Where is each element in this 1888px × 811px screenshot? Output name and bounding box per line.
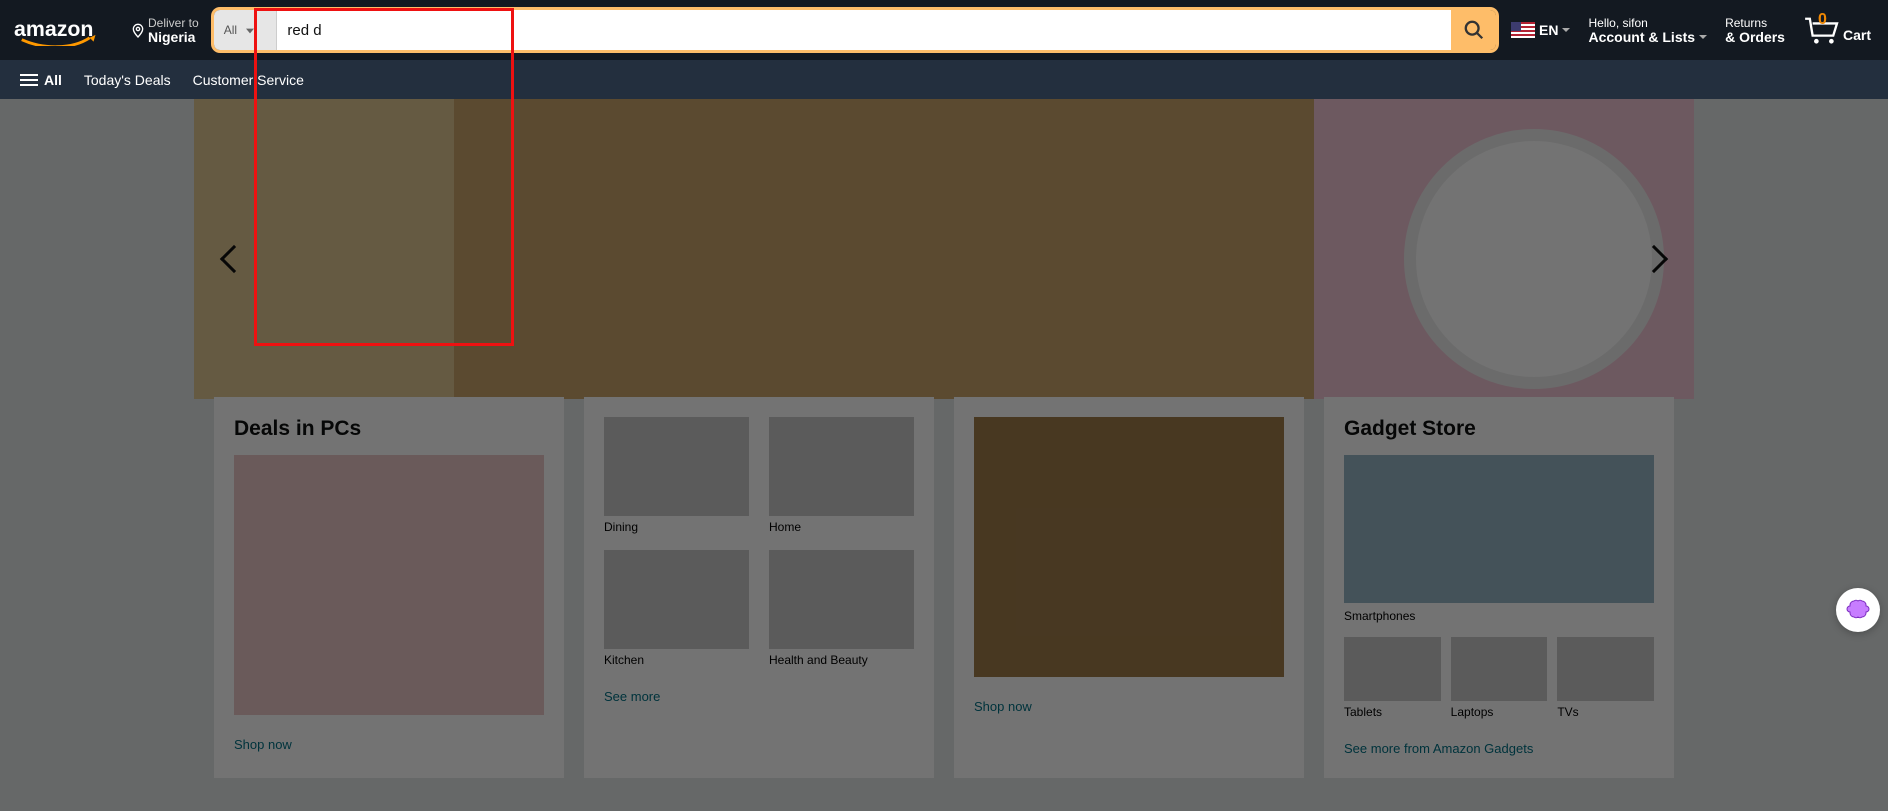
subnav-item-customer-service[interactable]: Customer Service — [183, 64, 314, 96]
search-submit-button[interactable] — [1451, 10, 1496, 50]
returns-line1: Returns — [1725, 16, 1785, 30]
svg-text:amazon: amazon — [14, 17, 93, 41]
returns-line2: & Orders — [1725, 30, 1785, 44]
all-label: All — [44, 72, 62, 88]
greeting-text: Hello, sifon — [1588, 16, 1707, 30]
account-menu[interactable]: Hello, sifon Account & Lists — [1579, 8, 1716, 52]
search-category-label: All — [224, 23, 237, 37]
returns-orders[interactable]: Returns & Orders — [1716, 8, 1794, 52]
nav-main: All Today's Deals Customer Service — [0, 60, 1888, 99]
hamburger-all[interactable]: All — [10, 63, 72, 97]
chevron-down-icon — [1562, 28, 1570, 32]
account-lists-label: Account & Lists — [1588, 30, 1695, 44]
deliver-line1: Deliver to — [148, 16, 199, 30]
deliver-line2: Nigeria — [148, 30, 199, 44]
search-category-dropdown[interactable]: All — [214, 10, 278, 50]
amazon-logo[interactable]: amazon — [8, 10, 121, 50]
search-bar: All red dot sightred dressred dotred dre… — [214, 10, 1496, 50]
language-code: EN — [1539, 23, 1558, 37]
brain-icon — [1846, 598, 1870, 622]
subnav-item-todays-deals[interactable]: Today's Deals — [74, 64, 181, 96]
chevron-down-icon — [1699, 35, 1707, 39]
search-icon — [1463, 19, 1485, 41]
cart-count: 0 — [1818, 11, 1827, 29]
location-icon — [130, 22, 146, 43]
language-selector[interactable]: EN — [1502, 14, 1579, 46]
nav-right: EN Hello, sifon Account & Lists Returns … — [1502, 8, 1880, 52]
modal-dim-overlay — [0, 99, 1888, 811]
nav-belt: amazon Deliver to Nigeria All re — [0, 0, 1888, 60]
hamburger-icon — [20, 71, 38, 89]
search-input[interactable] — [277, 10, 1451, 50]
extension-badge[interactable] — [1836, 588, 1880, 632]
flag-us-icon — [1511, 22, 1535, 38]
page-body: Deals in PCs Shop now Dining Home Kitche… — [0, 99, 1888, 811]
cart-label: Cart — [1843, 27, 1871, 43]
deliver-to[interactable]: Deliver to Nigeria — [121, 10, 208, 50]
cart-link[interactable]: 0 Cart — [1794, 9, 1880, 51]
